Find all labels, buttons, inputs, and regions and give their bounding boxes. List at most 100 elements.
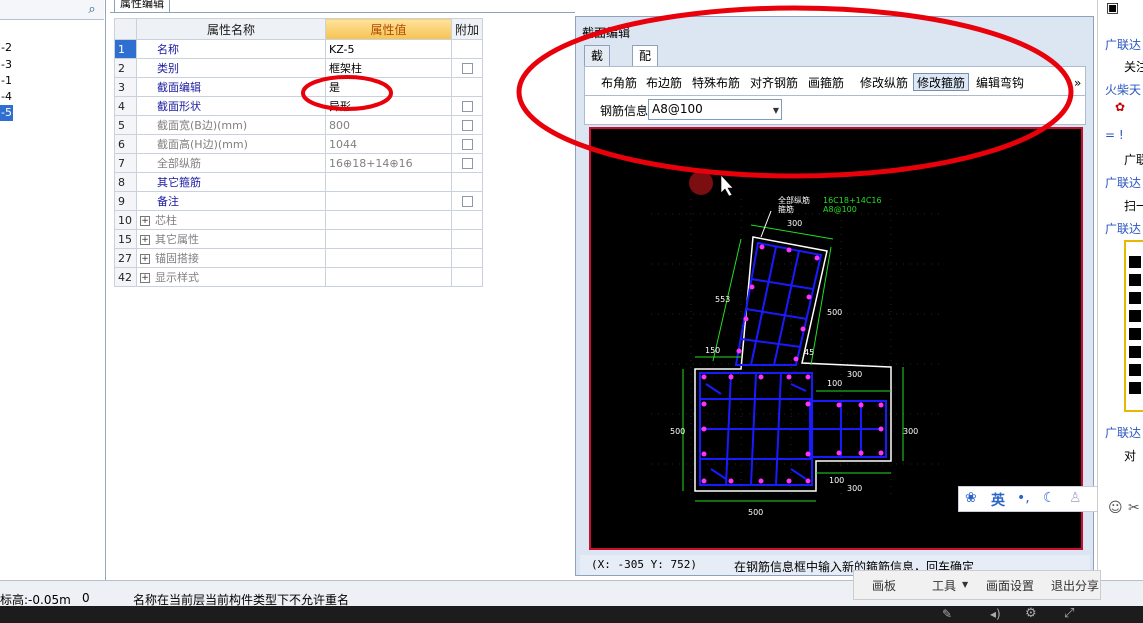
user-icon[interactable]: ♙ — [1069, 490, 1082, 506]
dim-text: 553 — [715, 295, 730, 304]
extra-cell — [450, 191, 484, 211]
row-number: 10 — [114, 210, 137, 230]
tree-item[interactable]: -2 — [0, 40, 12, 56]
row-number: 6 — [114, 134, 137, 154]
table-row[interactable]: 27 + 锚固搭接 — [114, 248, 484, 268]
property-value[interactable] — [325, 191, 452, 211]
table-row[interactable]: 2 类别 框架柱 — [114, 58, 484, 78]
paw-icon[interactable]: ❀ — [965, 490, 977, 506]
table-row[interactable]: 4 截面形状 异形 — [114, 96, 484, 116]
header-property-value: 属性值 — [325, 18, 452, 40]
table-row[interactable]: 9 备注 — [114, 191, 484, 211]
chat-sender: 广联达 — [1105, 222, 1142, 236]
dim-text: 500 — [670, 427, 685, 436]
row-number: 4 — [114, 96, 137, 116]
tree-item[interactable]: -3 — [0, 57, 12, 73]
moon-icon[interactable]: ☾ — [1043, 490, 1056, 506]
property-value[interactable] — [325, 172, 452, 192]
chat-sender: 火柴天 — [1105, 83, 1142, 97]
property-value[interactable]: 16⊕18+14⊕16 — [325, 153, 452, 173]
property-value[interactable]: 1044 — [325, 134, 452, 154]
extra-cell — [450, 115, 484, 135]
chat-sender: 广联达 — [1105, 176, 1142, 190]
search-icon[interactable]: ⌕ — [83, 2, 101, 18]
tree-item[interactable]: -4 — [0, 89, 12, 105]
exit-share-button[interactable]: 退出分享 — [1051, 577, 1099, 594]
dim-text: 300 — [903, 427, 918, 436]
property-value — [325, 248, 452, 268]
expand-icon[interactable]: + — [140, 216, 150, 226]
scissors-icon[interactable]: ✂ — [1128, 500, 1140, 516]
chat-message: = ! — [1105, 128, 1124, 142]
chat-message: 广联 — [1124, 153, 1143, 167]
extra-cell — [450, 39, 484, 59]
chat-sender: 广联达 — [1105, 426, 1142, 440]
whiteboard-button[interactable]: 画板 — [872, 577, 896, 594]
table-row[interactable]: 1 名称 KZ-5 — [114, 39, 484, 59]
chevron-down-icon[interactable]: ▼ — [962, 580, 968, 589]
value-stirrup: A8@100 — [823, 205, 857, 214]
table-row[interactable]: 10 + 芯柱 — [114, 210, 484, 230]
pen-icon[interactable]: ✎ — [942, 607, 952, 621]
table-row[interactable]: 3 截面编辑 是 — [114, 77, 484, 97]
extra-cell — [450, 172, 484, 192]
property-value — [325, 210, 452, 230]
ime-toolbar[interactable]: ❀ 英 •, ☾ ♙ — [958, 486, 1098, 512]
property-value — [325, 229, 452, 249]
table-row[interactable]: 7 全部纵筋 16⊕18+14⊕16 — [114, 153, 484, 173]
property-name: 类别 — [136, 58, 326, 78]
extra-checkbox[interactable] — [461, 63, 473, 74]
table-row[interactable]: 5 截面宽(B边)(mm) 800 — [114, 115, 484, 135]
row-number: 3 — [114, 77, 137, 97]
row-number: 8 — [114, 172, 137, 192]
expand-icon[interactable]: + — [140, 254, 150, 264]
row-number: 15 — [114, 229, 137, 249]
property-name: 名称 — [136, 39, 326, 59]
row-number: 2 — [114, 58, 137, 78]
property-name: 截面高(H边)(mm) — [136, 134, 326, 154]
tree-item[interactable]: -1 — [0, 73, 12, 89]
dim-text: 500 — [748, 508, 763, 517]
dim-text: 45 — [804, 348, 814, 357]
extra-cell — [450, 210, 484, 230]
table-row[interactable]: 42 + 显示样式 — [114, 267, 484, 287]
extra-checkbox[interactable] — [461, 196, 473, 207]
extra-cell — [450, 153, 484, 173]
table-row[interactable]: 6 截面高(H边)(mm) 1044 — [114, 134, 484, 154]
tree-item-selected[interactable]: -5 — [0, 105, 13, 121]
tab-property-editor[interactable]: 属性编辑 — [114, 0, 170, 12]
dim-text: 150 — [705, 346, 720, 355]
screen-settings-button[interactable]: 画面设置 — [986, 577, 1034, 594]
punctuation-icon[interactable]: •, — [1017, 490, 1030, 506]
header-property-name: 属性名称 — [136, 18, 326, 40]
taskbar: ✎ ◂) ⚙ ⤢ — [0, 606, 1143, 623]
dim-text: 300 — [847, 370, 862, 379]
tab-divider — [110, 12, 575, 13]
annotation-circle-value — [301, 75, 393, 111]
property-value[interactable]: 800 — [325, 115, 452, 135]
volume-icon[interactable]: ◂) — [990, 607, 1001, 621]
emoji-icon[interactable]: ☺ — [1108, 500, 1123, 516]
property-editor-panel: 属性编辑 属性名称 属性值 附加 1 名称 KZ-5 2 类别 框架柱 3 截面… — [110, 0, 575, 580]
table-row[interactable]: 15 + 其它属性 — [114, 229, 484, 249]
chat-sender: 广联达 — [1105, 38, 1142, 52]
extra-cell — [450, 267, 484, 287]
ime-language[interactable]: 英 — [991, 490, 1005, 510]
expand-icon[interactable]: + — [140, 273, 150, 283]
property-value — [325, 267, 452, 287]
gear-icon[interactable]: ⚙ — [1025, 606, 1037, 621]
extra-checkbox[interactable] — [461, 101, 473, 112]
fullscreen-icon[interactable]: ⤢ — [1064, 606, 1074, 621]
component-tree: ⌕ -2 -3 -1 -4 -5 — [0, 0, 106, 580]
extra-checkbox[interactable] — [461, 139, 473, 150]
extra-checkbox[interactable] — [461, 120, 473, 131]
tools-button[interactable]: 工具 — [932, 577, 956, 594]
property-name: 截面宽(B边)(mm) — [136, 115, 326, 135]
property-name: + 显示样式 — [136, 267, 326, 287]
table-row[interactable]: 8 其它箍筋 — [114, 172, 484, 192]
extra-checkbox[interactable] — [461, 158, 473, 169]
label-stirrup: 箍筋 — [778, 204, 794, 214]
property-value[interactable]: KZ-5 — [325, 39, 452, 59]
expand-icon[interactable]: + — [140, 235, 150, 245]
extra-cell — [450, 134, 484, 154]
